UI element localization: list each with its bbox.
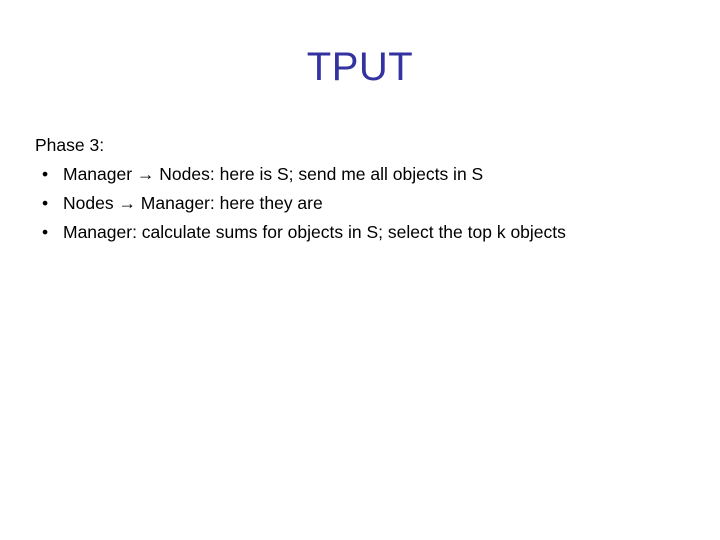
list-item-label: Manager → Nodes: here is S; send me all …	[63, 164, 484, 184]
list-item: • Manager → Nodes: here is S; send me al…	[35, 160, 695, 189]
slide-body: Phase 3: • Manager → Nodes: here is S; s…	[35, 131, 695, 247]
list-item: • Manager: calculate sums for objects in…	[35, 218, 695, 247]
phase-label: Phase 3:	[35, 135, 105, 155]
bullet-icon: •	[42, 164, 49, 184]
page-title: TPUT	[306, 45, 414, 89]
list-item-label: Nodes → Manager: here they are	[63, 193, 323, 213]
bullet-list: • Manager → Nodes: here is S; send me al…	[35, 160, 695, 247]
list-item-label: Manager: calculate sums for objects in S…	[63, 222, 566, 242]
bullet-icon: •	[42, 193, 49, 213]
bullet-icon: •	[42, 222, 49, 242]
slide-canvas: TPUT Phase 3: • Manager → Nodes: here is…	[0, 0, 720, 540]
list-item: • Nodes → Manager: here they are	[35, 189, 695, 218]
